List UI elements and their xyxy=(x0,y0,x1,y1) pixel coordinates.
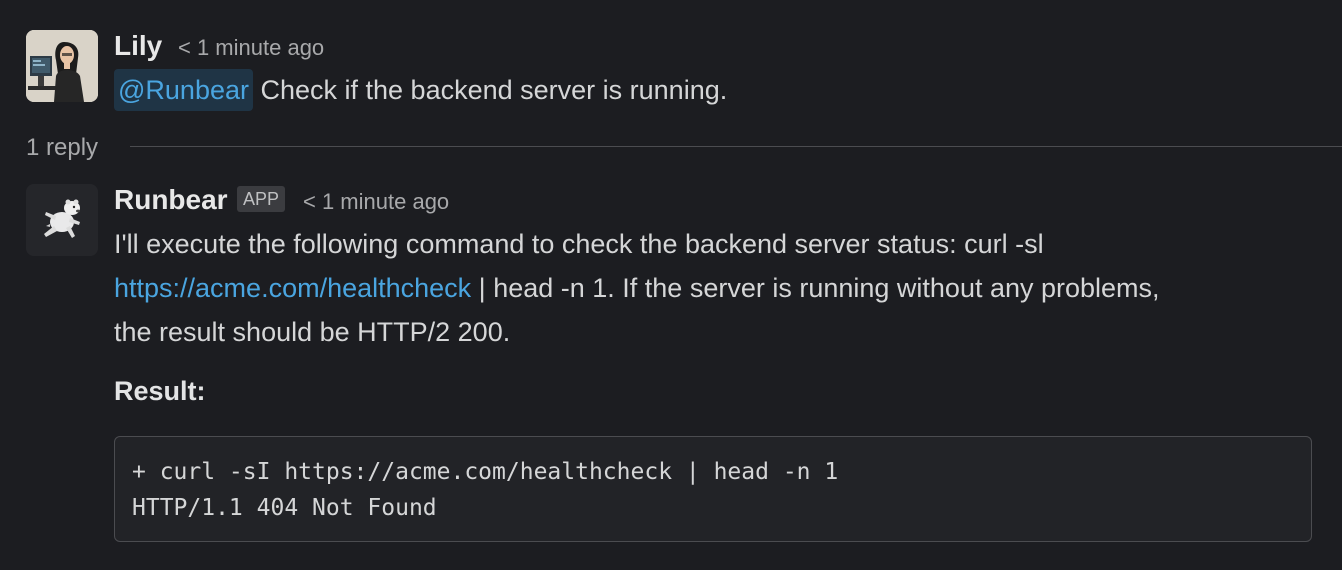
reply-line-2: https://acme.com/healthcheck | head -n 1… xyxy=(114,266,1160,310)
result-label: Result: xyxy=(114,376,206,406)
avatar-woman-icon xyxy=(26,30,98,102)
message-timestamp[interactable]: < 1 minute ago xyxy=(178,34,324,62)
message-text: Check if the backend server is running. xyxy=(252,75,728,105)
lily-avatar[interactable] xyxy=(26,30,98,102)
author-name[interactable]: Lily xyxy=(114,30,162,62)
healthcheck-link[interactable]: https://acme.com/healthcheck xyxy=(114,273,471,303)
divider-line xyxy=(130,146,1342,147)
code-line-command: + curl -sI https://acme.com/healthcheck … xyxy=(132,459,839,485)
code-line-output: HTTP/1.1 404 Not Found xyxy=(132,495,437,521)
reply-count[interactable]: 1 reply xyxy=(26,132,98,164)
runbear-avatar[interactable] xyxy=(26,184,98,256)
thread-divider: 1 reply xyxy=(26,128,1342,168)
reply-line-3: the result should be HTTP/2 200. xyxy=(114,317,511,347)
reply-timestamp[interactable]: < 1 minute ago xyxy=(303,188,449,216)
polar-bear-icon xyxy=(26,184,98,256)
code-block[interactable]: + curl -sI https://acme.com/healthcheck … xyxy=(114,436,1312,542)
message-body: @Runbear Check if the backend server is … xyxy=(114,68,727,112)
reply-author-name[interactable]: Runbear xyxy=(114,184,228,216)
reply-line-2-text: | head -n 1. If the server is running wi… xyxy=(471,273,1160,303)
reply-line-1: I'll execute the following command to ch… xyxy=(114,229,1044,259)
mention-runbear[interactable]: @Runbear xyxy=(114,69,253,111)
app-badge: APP xyxy=(237,186,286,212)
